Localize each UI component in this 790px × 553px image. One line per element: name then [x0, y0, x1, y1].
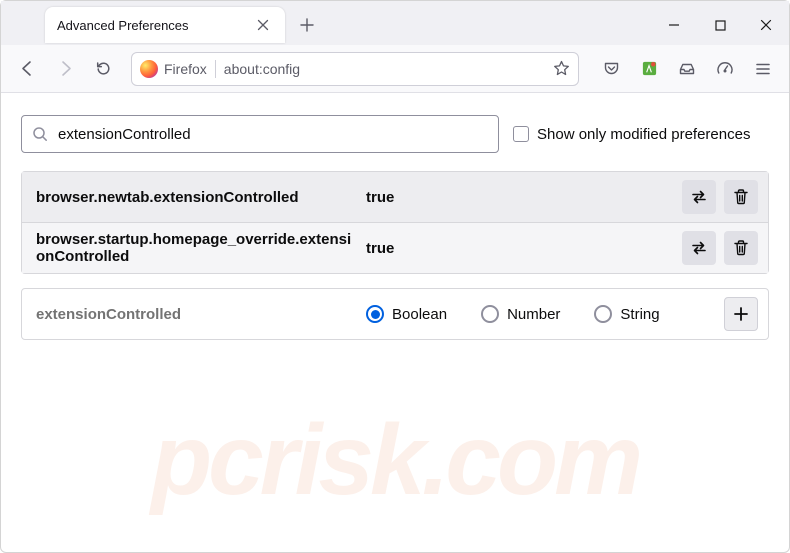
- identity-label: Firefox: [164, 61, 207, 77]
- add-pref-name: extensionControlled: [36, 306, 366, 323]
- pref-name: browser.startup.homepage_override.extens…: [36, 231, 366, 265]
- pref-row: browser.startup.homepage_override.extens…: [22, 222, 768, 273]
- new-tab-button[interactable]: [291, 9, 323, 41]
- pref-actions: [682, 180, 758, 214]
- add-button[interactable]: [724, 297, 758, 331]
- radio-icon: [481, 305, 499, 323]
- reload-icon: [95, 60, 112, 77]
- type-boolean-radio[interactable]: Boolean: [366, 305, 447, 323]
- url-bar[interactable]: Firefox about:config: [131, 52, 579, 86]
- pref-value: true: [366, 189, 682, 206]
- inbox-icon: [678, 60, 696, 78]
- radio-label: Number: [507, 306, 560, 323]
- firefox-logo-icon: [140, 60, 158, 78]
- bookmark-star-button[interactable]: [553, 60, 570, 77]
- window-maximize-button[interactable]: [697, 3, 743, 47]
- tab-title: Advanced Preferences: [57, 18, 243, 33]
- star-icon: [553, 60, 570, 77]
- pocket-button[interactable]: [593, 51, 629, 87]
- toggle-button[interactable]: [682, 231, 716, 265]
- type-radio-group: Boolean Number String: [366, 305, 724, 323]
- vpn-button[interactable]: [707, 51, 743, 87]
- hamburger-icon: [755, 61, 771, 77]
- trash-icon: [733, 188, 749, 206]
- inbox-button[interactable]: [669, 51, 705, 87]
- checkbox-icon: [513, 126, 529, 142]
- nav-reload-button[interactable]: [85, 51, 121, 87]
- extension-icon: [641, 60, 658, 77]
- window-minimize-button[interactable]: [651, 3, 697, 47]
- pref-row: browser.newtab.extensionControlled true: [22, 172, 768, 222]
- close-icon: [760, 19, 772, 31]
- app-menu-button[interactable]: [745, 51, 781, 87]
- radio-icon: [366, 305, 384, 323]
- watermark: pcrisk.com: [1, 403, 789, 518]
- radio-icon: [594, 305, 612, 323]
- pref-name: browser.newtab.extensionControlled: [36, 189, 366, 206]
- delete-button[interactable]: [724, 180, 758, 214]
- swap-icon: [690, 188, 708, 206]
- nav-back-button[interactable]: [9, 51, 45, 87]
- plus-icon: [300, 18, 314, 32]
- browser-toolbar: Firefox about:config: [1, 45, 789, 93]
- browser-titlebar: Advanced Preferences: [1, 1, 789, 45]
- minimize-icon: [668, 19, 680, 31]
- type-string-radio[interactable]: String: [594, 305, 659, 323]
- nav-forward-button[interactable]: [47, 51, 83, 87]
- radio-label: String: [620, 306, 659, 323]
- type-number-radio[interactable]: Number: [481, 305, 560, 323]
- trash-icon: [733, 239, 749, 257]
- prefs-table: browser.newtab.extensionControlled true …: [21, 171, 769, 274]
- search-row: Show only modified preferences: [21, 115, 769, 153]
- search-box[interactable]: [21, 115, 499, 153]
- toggle-button[interactable]: [682, 180, 716, 214]
- show-modified-toggle[interactable]: Show only modified preferences: [513, 126, 750, 143]
- pocket-icon: [603, 60, 620, 77]
- add-pref-row: extensionControlled Boolean Number Strin…: [21, 288, 769, 340]
- pref-actions: [682, 231, 758, 265]
- window-close-button[interactable]: [743, 3, 789, 47]
- arrow-left-icon: [19, 60, 36, 77]
- swap-icon: [690, 239, 708, 257]
- search-input[interactable]: [58, 126, 488, 143]
- extension-button[interactable]: [631, 51, 667, 87]
- checkbox-label-text: Show only modified preferences: [537, 126, 750, 143]
- maximize-icon: [715, 20, 726, 31]
- delete-button[interactable]: [724, 231, 758, 265]
- browser-tab[interactable]: Advanced Preferences: [45, 7, 285, 43]
- meter-icon: [716, 60, 734, 78]
- tab-close-button[interactable]: [253, 15, 273, 35]
- pref-value: true: [366, 240, 682, 257]
- close-icon: [257, 19, 269, 31]
- arrow-right-icon: [57, 60, 74, 77]
- toolbar-right-icons: [589, 51, 781, 87]
- radio-label: Boolean: [392, 306, 447, 323]
- content-area: Show only modified preferences browser.n…: [1, 93, 789, 362]
- url-text: about:config: [224, 61, 545, 77]
- identity-box[interactable]: Firefox: [140, 60, 216, 78]
- search-icon: [32, 126, 48, 142]
- plus-icon: [733, 306, 749, 322]
- window-controls: [651, 3, 789, 47]
